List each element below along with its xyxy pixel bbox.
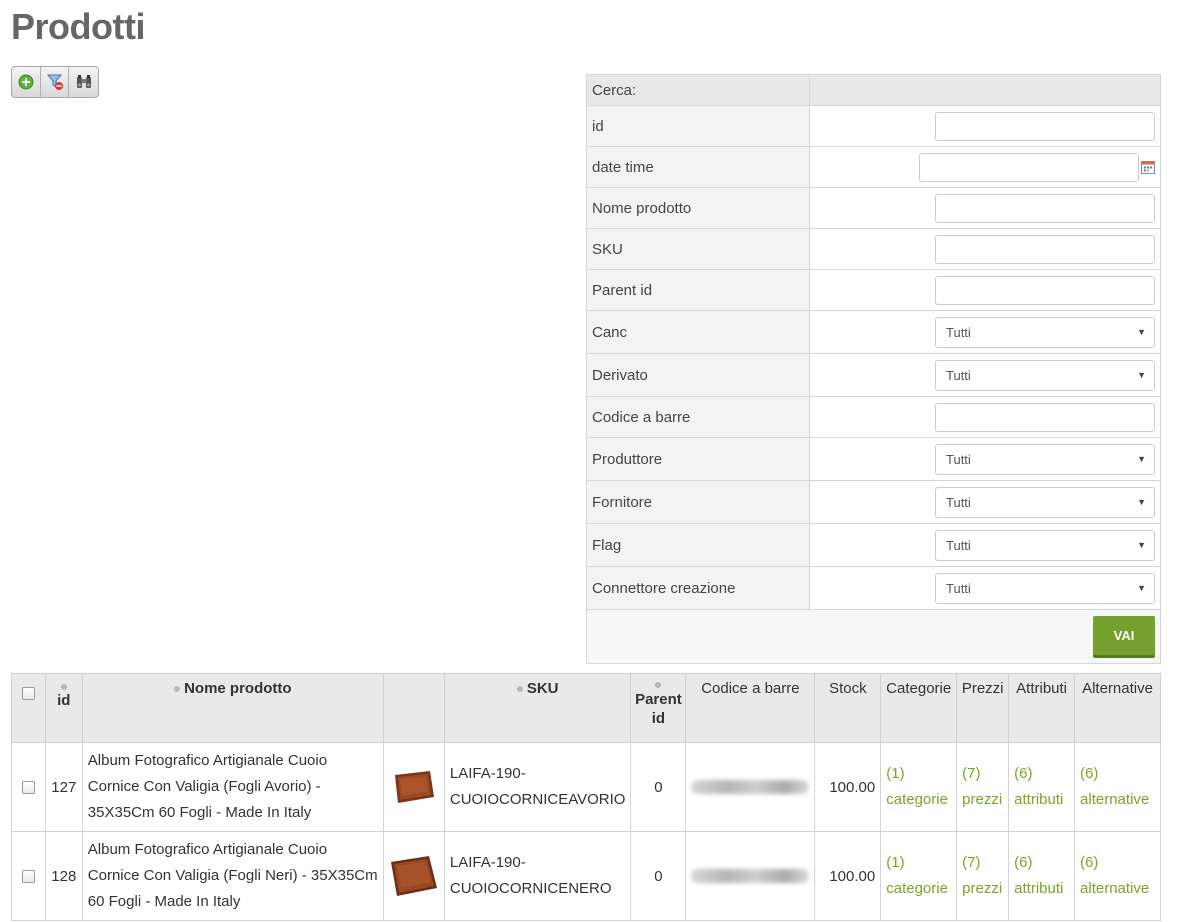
- blurred-barcode: [691, 780, 810, 794]
- row-nome: Album Fotografico Artigianale Cuoio Corn…: [81, 742, 384, 832]
- dropdown-arrow-icon: ▼: [1137, 583, 1146, 593]
- calendar-icon[interactable]: [1141, 160, 1155, 174]
- binoculars-icon: [76, 75, 91, 88]
- sort-icon: [174, 686, 181, 693]
- alternative-link[interactable]: (6) alternative: [1074, 831, 1161, 921]
- row-sku: LAIFA-190-CUOIOCORNICEAVORIO: [443, 742, 632, 832]
- col-header-stock: Stock: [814, 673, 882, 743]
- date-time-input[interactable]: [919, 152, 1139, 182]
- table-row: 128 Album Fotografico Artigianale Cuoio …: [11, 831, 1161, 921]
- dropdown-arrow-icon: ▼: [1137, 540, 1146, 550]
- fornitore-label: Fornitore: [586, 480, 810, 524]
- col-header-prezzi: Prezzi: [956, 673, 1010, 743]
- toolbar: [11, 66, 99, 98]
- parent-id-input[interactable]: [935, 275, 1155, 305]
- codice-barre-label: Codice a barre: [586, 396, 810, 438]
- col-header-nome[interactable]: Nome prodotto: [81, 673, 384, 743]
- select-all-header: [11, 673, 46, 743]
- attributi-link[interactable]: (6) attributi: [1008, 831, 1076, 921]
- row-nome: Album Fotografico Artigianale Cuoio Corn…: [81, 831, 384, 921]
- id-input[interactable]: [935, 111, 1155, 141]
- row-barcode: [685, 742, 816, 832]
- connettore-select[interactable]: Tutti ▼: [935, 572, 1155, 604]
- alternative-link[interactable]: (6) alternative: [1074, 742, 1161, 832]
- codice-barre-input[interactable]: [935, 402, 1155, 432]
- products-table: id Nome prodotto SKU Parent id Codice a …: [11, 673, 1161, 921]
- nome-prodotto-input[interactable]: [935, 193, 1155, 223]
- produttore-label: Produttore: [586, 437, 810, 481]
- row-parent-id: 0: [630, 831, 687, 921]
- prezzi-link[interactable]: (7) prezzi: [956, 742, 1010, 832]
- row-thumbnail[interactable]: [382, 831, 445, 921]
- row-sku: LAIFA-190-CUOIOCORNICENERO: [443, 831, 632, 921]
- table-row: 127 Album Fotografico Artigianale Cuoio …: [11, 742, 1161, 832]
- dropdown-arrow-icon: ▼: [1137, 497, 1146, 507]
- product-thumbnail: [394, 771, 434, 803]
- dropdown-arrow-icon: ▼: [1137, 370, 1146, 380]
- row-id: 127: [44, 742, 83, 832]
- canc-label: Canc: [586, 310, 810, 354]
- add-icon: [18, 74, 34, 90]
- sort-icon: [655, 682, 662, 688]
- vai-button[interactable]: VAI: [1093, 615, 1155, 658]
- reset-filter-button[interactable]: [41, 67, 70, 97]
- parent-id-label: Parent id: [586, 269, 810, 311]
- attributi-link[interactable]: (6) attributi: [1008, 742, 1076, 832]
- categorie-link[interactable]: (1) categorie: [880, 831, 958, 921]
- sku-input[interactable]: [935, 234, 1155, 264]
- categorie-link[interactable]: (1) categorie: [880, 742, 958, 832]
- search-header: Cerca:: [586, 74, 810, 106]
- col-header-image: [382, 673, 445, 743]
- select-all-checkbox[interactable]: [21, 686, 35, 700]
- col-header-barcode: Codice a barre: [685, 673, 816, 743]
- nome-prodotto-label: Nome prodotto: [586, 187, 810, 229]
- derivato-label: Derivato: [586, 353, 810, 397]
- col-header-categorie: Categorie: [880, 673, 958, 743]
- canc-select[interactable]: Tutti ▼: [935, 316, 1155, 348]
- dropdown-arrow-icon: ▼: [1137, 454, 1146, 464]
- row-checkbox[interactable]: [21, 781, 35, 795]
- col-header-alternative: Alternative: [1074, 673, 1161, 743]
- sort-icon: [60, 684, 67, 690]
- blurred-barcode: [691, 869, 810, 883]
- row-barcode: [685, 831, 816, 921]
- add-button[interactable]: [12, 67, 41, 97]
- fornitore-select[interactable]: Tutti ▼: [935, 486, 1155, 518]
- sort-icon: [516, 686, 523, 693]
- product-thumbnail: [390, 856, 437, 896]
- col-header-attributi: Attributi: [1008, 673, 1076, 743]
- row-parent-id: 0: [630, 742, 687, 832]
- page-title: Prodotti: [11, 6, 145, 47]
- row-stock: 100.00: [814, 831, 882, 921]
- filter-reset-icon: [46, 74, 63, 90]
- col-header-parent-id[interactable]: Parent id: [630, 673, 687, 743]
- flag-label: Flag: [586, 523, 810, 567]
- search-toggle-button[interactable]: [69, 67, 98, 97]
- derivato-select[interactable]: Tutti ▼: [935, 359, 1155, 391]
- prezzi-link[interactable]: (7) prezzi: [956, 831, 1010, 921]
- sku-label: SKU: [586, 228, 810, 270]
- connettore-label: Connettore creazione: [586, 566, 810, 610]
- dropdown-arrow-icon: ▼: [1137, 327, 1146, 337]
- row-id: 128: [44, 831, 83, 921]
- date-time-label: date time: [586, 146, 810, 188]
- search-panel: Cerca: id date time Nome prodotto SKU Pa…: [586, 74, 1161, 664]
- col-header-id[interactable]: id: [44, 673, 83, 743]
- row-thumbnail[interactable]: [382, 742, 445, 832]
- col-header-sku[interactable]: SKU: [443, 673, 632, 743]
- produttore-select[interactable]: Tutti ▼: [935, 443, 1155, 475]
- row-checkbox[interactable]: [21, 870, 35, 884]
- row-stock: 100.00: [814, 742, 882, 832]
- flag-select[interactable]: Tutti ▼: [935, 529, 1155, 561]
- id-label: id: [586, 105, 810, 147]
